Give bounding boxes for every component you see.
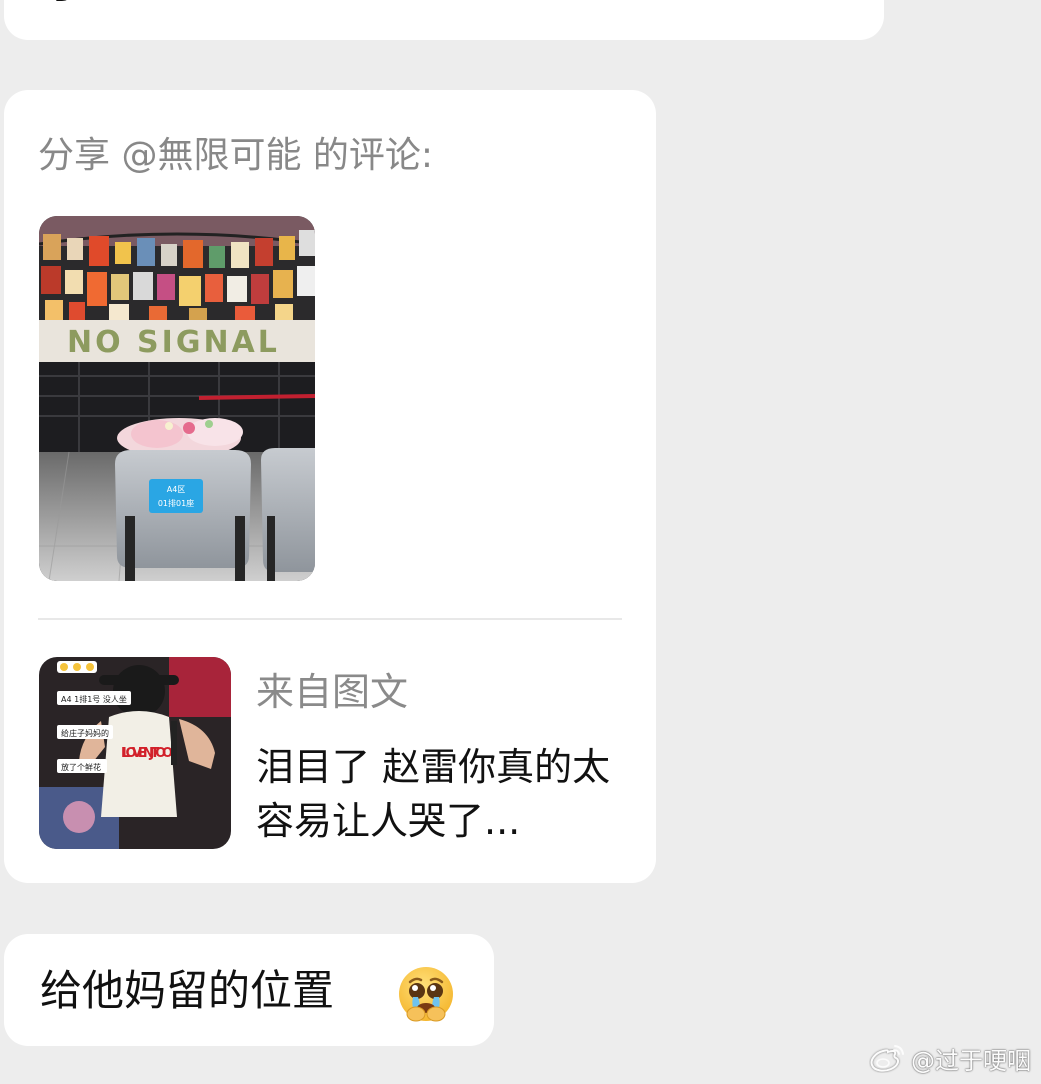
share-card-title: 分享 @無限可能 的评论: xyxy=(38,135,434,176)
seat-label-line2: 01排01座 xyxy=(158,498,194,508)
shared-photo[interactable]: NO SIGNAL A4区 01排01座 xyxy=(39,216,315,581)
seat-label-line1: A4区 xyxy=(167,485,186,494)
weibo-logo-icon xyxy=(869,1043,905,1073)
banner-text: NO SIGNAL xyxy=(67,325,280,360)
previous-message-bubble[interactable]: 了 xyxy=(4,0,884,40)
thumb-caption-3: 放了个鲜花 xyxy=(61,762,101,772)
shirt-text: I LOVE NJ TOO xyxy=(121,746,173,761)
thumb-caption-2: 给庄子妈妈的 xyxy=(61,728,109,738)
source-post-thumbnail[interactable]: I LOVE NJ TOO A4 1排1号 没人坐 给庄子妈妈的 放了个鲜花 xyxy=(39,657,231,849)
watermark-text: @过于哽咽 xyxy=(911,1046,1031,1075)
thumb-caption-1: A4 1排1号 没人坐 xyxy=(61,694,127,704)
pleading-face-emoji-icon xyxy=(396,964,456,1024)
source-preview-text: 泪目了 赵雷你真的太容易让人哭了... xyxy=(256,745,611,843)
cut-off-character: 了 xyxy=(44,0,70,6)
message-text: 给他妈留的位置 xyxy=(40,966,335,1015)
weibo-watermark: @过于哽咽 xyxy=(869,1040,1031,1076)
card-divider xyxy=(38,618,622,620)
source-label: 来自图文 xyxy=(256,670,409,714)
